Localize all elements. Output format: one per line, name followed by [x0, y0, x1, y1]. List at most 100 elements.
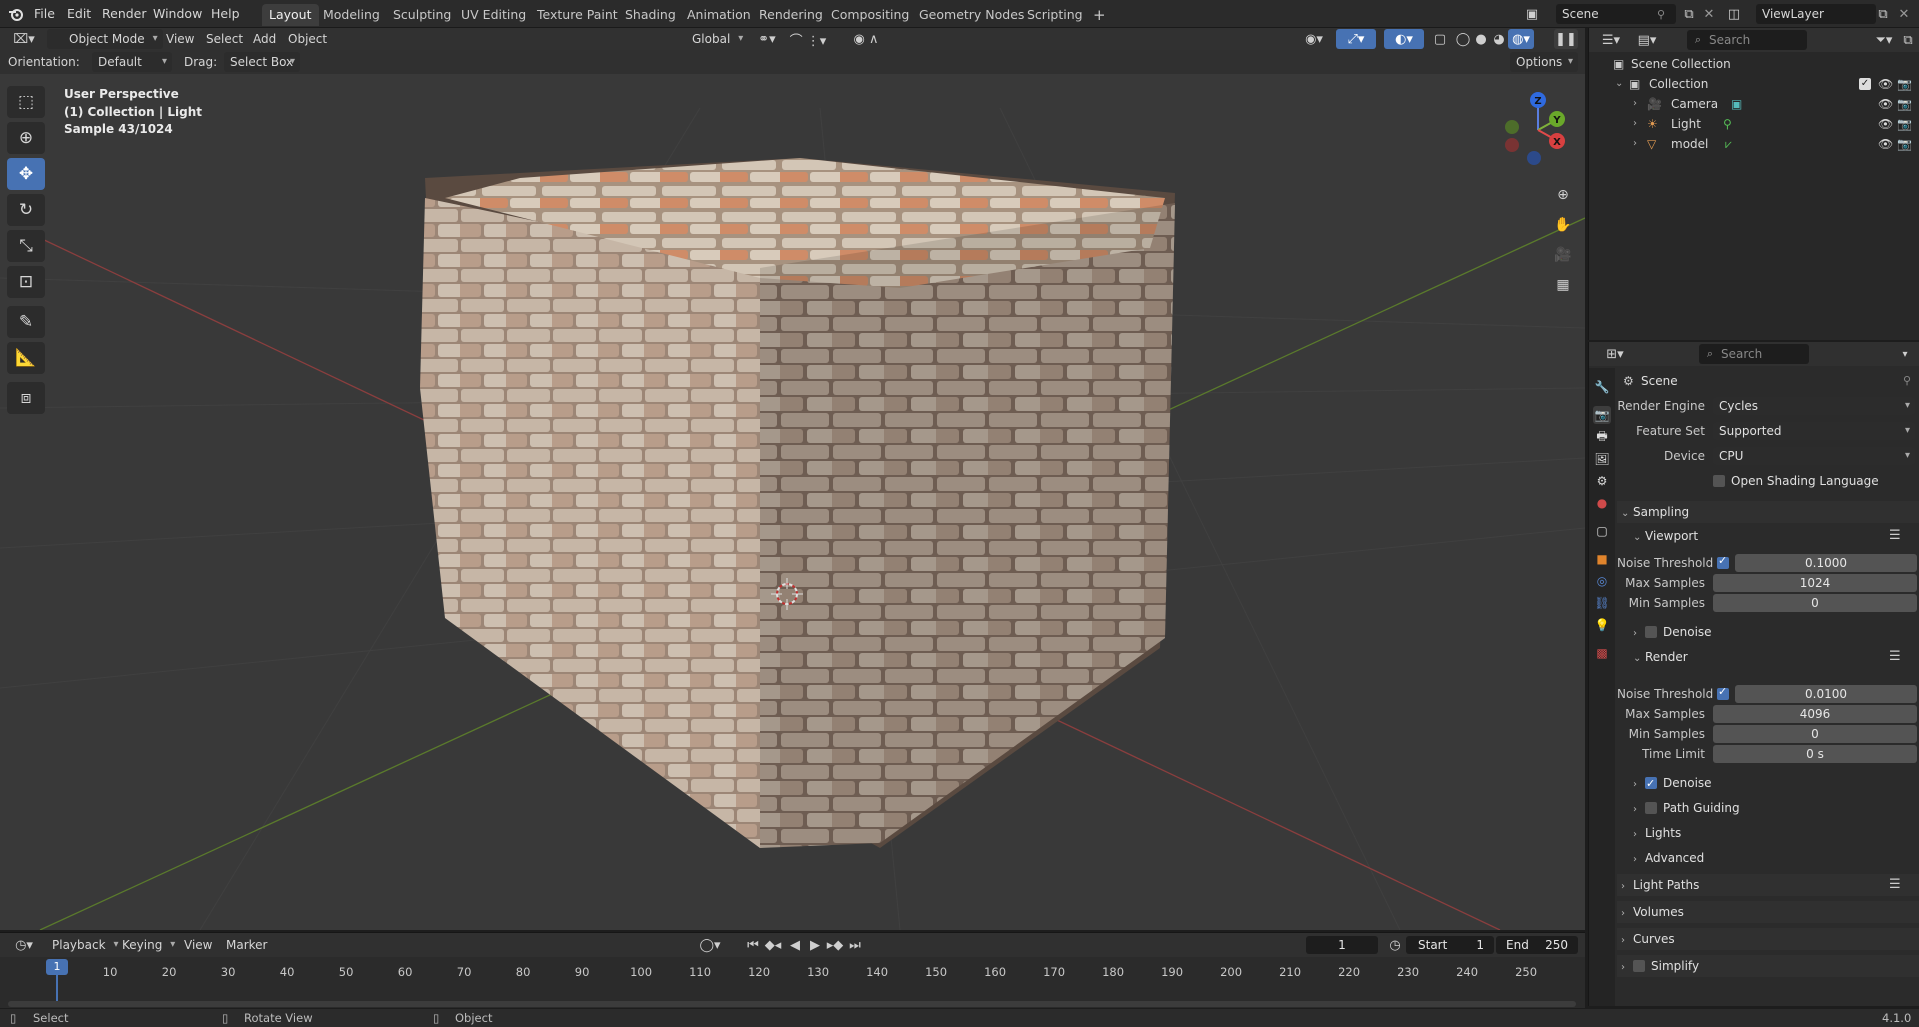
render-max-samples-field[interactable]: 4096: [1713, 705, 1917, 723]
scene-icon[interactable]: ▣: [1522, 4, 1542, 24]
proportional-edit-icon[interactable]: ◉ ∧: [846, 29, 886, 49]
advanced-subpanel[interactable]: › Advanced: [1633, 848, 1704, 868]
render-time-limit-field[interactable]: 0 s: [1713, 745, 1917, 763]
properties-options-icon[interactable]: ▾: [1897, 344, 1913, 364]
feature-set-dropdown[interactable]: Supported: [1713, 422, 1915, 440]
menu-window[interactable]: Window: [153, 0, 202, 28]
render-denoise-expand-icon[interactable]: ›: [1633, 775, 1645, 795]
editor-type-icon[interactable]: ⌧▾: [10, 29, 38, 49]
jump-end-icon[interactable]: ⏭: [846, 935, 864, 955]
render-denoise-checkbox[interactable]: [1645, 774, 1657, 794]
viewport-subpanel-header[interactable]: ⌄ Viewport: [1633, 526, 1698, 546]
exclude-checkbox[interactable]: ✓: [1859, 78, 1871, 90]
object-tab-icon[interactable]: ■: [1593, 550, 1611, 568]
filter-icon[interactable]: ⏷▾: [1871, 30, 1897, 50]
outliner-editor-type-icon[interactable]: ☰▾: [1597, 30, 1625, 50]
sampling-panel-header[interactable]: ⌄ Sampling: [1617, 501, 1919, 523]
simplify-panel[interactable]: › Simplify: [1617, 955, 1919, 977]
pivot-icon[interactable]: ⚭▾: [754, 29, 780, 49]
display-mode-icon[interactable]: ▤▾: [1633, 30, 1661, 50]
frame-start-field[interactable]: Start 1: [1406, 936, 1494, 954]
render-noise-threshold-field[interactable]: 0.0100: [1735, 685, 1917, 703]
viewport-menu-view[interactable]: View: [166, 28, 194, 50]
cursor-tool-icon[interactable]: ⊕: [7, 122, 45, 154]
navigation-gizmo[interactable]: Z Y X: [1498, 90, 1578, 170]
model-eye-icon[interactable]: 👁: [1878, 134, 1893, 154]
simplify-expand-icon[interactable]: ›: [1621, 958, 1633, 978]
transform-orientation-dropdown[interactable]: Global: [670, 29, 748, 49]
pin-icon[interactable]: ⚲: [1652, 4, 1670, 24]
render-subpanel-header[interactable]: ⌄ Render: [1633, 647, 1688, 667]
timeline-marker-menu[interactable]: Marker: [226, 934, 267, 956]
auto-keying-icon[interactable]: ◯▾: [696, 935, 724, 955]
curves-panel[interactable]: › Curves: [1617, 928, 1919, 950]
xray-icon[interactable]: ▢: [1430, 29, 1450, 49]
menu-help[interactable]: Help: [211, 0, 240, 28]
transform-tool-icon[interactable]: ⊡: [7, 266, 45, 298]
viewport-collapse-icon[interactable]: ⌄: [1633, 528, 1645, 548]
view-layer-icon[interactable]: ◫: [1722, 4, 1746, 24]
expand-camera-icon[interactable]: ›: [1633, 94, 1637, 114]
pause-render-icon[interactable]: ❚❚: [1554, 29, 1578, 49]
zoom-icon[interactable]: ⊕: [1550, 182, 1576, 208]
tab-layout[interactable]: Layout: [262, 4, 319, 26]
render-noise-threshold-checkbox[interactable]: [1717, 685, 1729, 700]
new-collection-icon[interactable]: ⧉: [1899, 30, 1917, 50]
render-min-samples-field[interactable]: 0: [1713, 725, 1917, 743]
outliner-search-input[interactable]: Search: [1687, 30, 1807, 50]
current-frame-field[interactable]: 1: [1306, 936, 1378, 954]
volumes-panel[interactable]: › Volumes: [1617, 901, 1919, 923]
path-guiding-expand-icon[interactable]: ›: [1633, 800, 1645, 820]
timeline-editor-type-icon[interactable]: ◷▾: [10, 935, 38, 955]
new-view-layer-icon[interactable]: ⧉: [1874, 4, 1892, 24]
viewport-denoise-subpanel[interactable]: › Denoise: [1633, 622, 1712, 642]
tab-uv-editing[interactable]: UV Editing: [454, 4, 533, 26]
render-camera-icon[interactable]: 📷: [1897, 74, 1912, 94]
tab-shading[interactable]: Shading: [618, 4, 683, 26]
timeline-view-menu[interactable]: View: [184, 934, 212, 956]
rotate-tool-icon[interactable]: ↻: [7, 194, 45, 226]
light-paths-expand-icon[interactable]: ›: [1621, 877, 1633, 897]
light-eye-icon[interactable]: 👁: [1878, 114, 1893, 134]
sampling-collapse-icon[interactable]: ⌄: [1621, 504, 1633, 524]
measure-tool-icon[interactable]: 📐: [7, 342, 45, 374]
annotate-tool-icon[interactable]: ✎: [7, 306, 45, 338]
select-box-tool-icon[interactable]: ⬚: [7, 86, 45, 118]
tool-tab-icon[interactable]: 🔧: [1593, 378, 1611, 396]
delete-scene-icon[interactable]: ✕: [1700, 4, 1718, 24]
light-paths-panel[interactable]: › Light Paths ☰: [1617, 874, 1919, 896]
tab-compositing[interactable]: Compositing: [824, 4, 916, 26]
device-dropdown[interactable]: CPU: [1713, 447, 1915, 465]
camera-render-icon[interactable]: 📷: [1897, 94, 1912, 114]
snap-icon[interactable]: ⌒ ⋮▾: [788, 29, 828, 49]
scene-tab-icon[interactable]: ⚙: [1593, 472, 1611, 490]
viewport-menu-add[interactable]: Add: [253, 28, 276, 50]
tab-texture-paint[interactable]: Texture Paint: [530, 4, 625, 26]
blender-logo-icon[interactable]: [6, 4, 26, 24]
options-dropdown[interactable]: Options: [1510, 52, 1578, 72]
pin-context-icon[interactable]: ⚲: [1903, 374, 1911, 387]
add-cube-tool-icon[interactable]: ⧈: [7, 382, 45, 414]
material-shading-icon[interactable]: ◕: [1490, 29, 1508, 49]
viewport-noise-threshold-field[interactable]: 0.1000: [1735, 554, 1917, 572]
solid-shading-icon[interactable]: ●: [1472, 29, 1490, 49]
physics-tab-icon[interactable]: ◎: [1593, 572, 1611, 590]
new-scene-icon[interactable]: ⧉: [1680, 4, 1698, 24]
viewport-presets-icon[interactable]: ☰: [1889, 528, 1901, 543]
tab-geometry-nodes[interactable]: Geometry Nodes: [912, 4, 1031, 26]
preview-range-icon[interactable]: ◷: [1386, 935, 1404, 955]
wireframe-shading-icon[interactable]: ◯: [1454, 29, 1472, 49]
lights-subpanel[interactable]: › Lights: [1633, 823, 1681, 843]
mode-selector[interactable]: Object Mode: [47, 29, 163, 49]
properties-editor-type-icon[interactable]: ⊞▾: [1601, 344, 1629, 364]
gizmo-toggle-icon[interactable]: ⤢▾: [1336, 29, 1376, 49]
hide-eye-icon[interactable]: 👁: [1878, 74, 1893, 94]
tab-scripting[interactable]: Scripting: [1020, 4, 1090, 26]
osl-checkbox-box[interactable]: [1713, 475, 1725, 487]
menu-render[interactable]: Render: [102, 0, 147, 28]
play-icon[interactable]: ▶: [806, 935, 824, 955]
rendered-shading-icon[interactable]: ◍▾: [1508, 29, 1534, 49]
drag-dropdown[interactable]: Select Box: [224, 52, 300, 72]
tab-sculpting[interactable]: Sculpting: [386, 4, 458, 26]
model-render-icon[interactable]: 📷: [1897, 134, 1912, 154]
